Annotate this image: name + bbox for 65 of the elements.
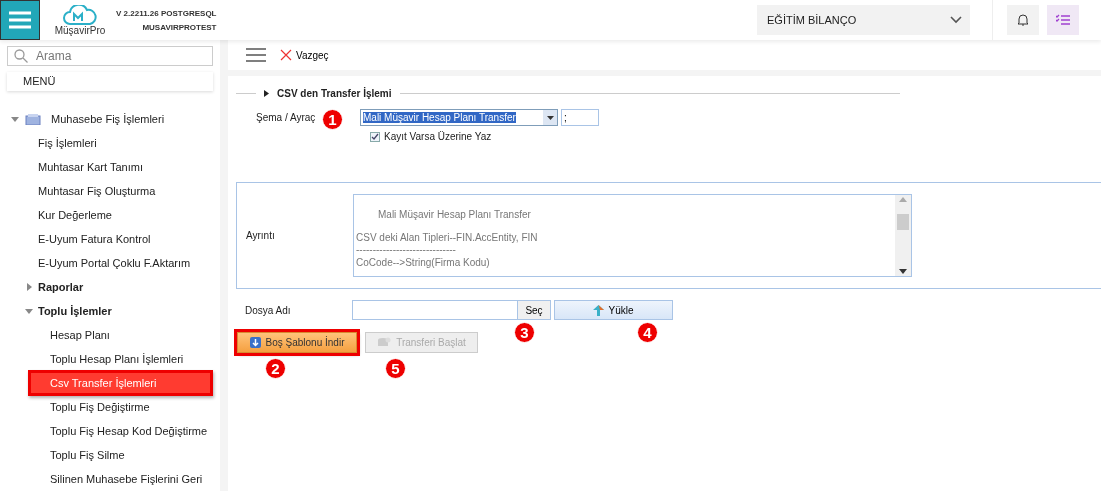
menu-icon[interactable] bbox=[246, 48, 266, 62]
field-label: Dosya Adı bbox=[244, 304, 292, 316]
section-title: CSV den Transfer İşlemi bbox=[277, 88, 392, 99]
checklist-icon bbox=[1056, 14, 1070, 26]
bell-icon bbox=[1017, 13, 1029, 27]
step-marker: 3 bbox=[514, 322, 535, 343]
menu-icon bbox=[9, 11, 31, 29]
tasks-button[interactable] bbox=[1047, 5, 1079, 35]
collapse-arrow-icon[interactable] bbox=[25, 307, 33, 315]
folder-icon bbox=[25, 113, 41, 125]
download-icon bbox=[249, 337, 261, 348]
scroll-thumb[interactable] bbox=[897, 213, 909, 230]
collapse-arrow-icon[interactable] bbox=[11, 115, 19, 123]
menu-item[interactable]: Toplu Hesap Planı İşlemleri bbox=[50, 353, 184, 365]
download-template-button[interactable]: Boş Şablonu İndir bbox=[237, 332, 357, 353]
menu-title: MENÜ bbox=[7, 71, 213, 91]
menu-item[interactable]: Fiş İşlemleri bbox=[38, 137, 97, 149]
check-icon bbox=[371, 132, 379, 141]
separator-field[interactable]: ; bbox=[561, 109, 599, 126]
field-label: Ayrıntı bbox=[245, 230, 276, 241]
step-marker: 1 bbox=[322, 109, 343, 130]
menu-item[interactable]: Csv Transfer İşlemleri bbox=[28, 370, 213, 396]
menu-item[interactable]: Toplu Fiş Silme bbox=[50, 449, 125, 461]
expand-arrow-icon[interactable] bbox=[264, 90, 269, 97]
file-name-field[interactable] bbox=[352, 300, 518, 320]
menu-item[interactable]: Muhtasar Kart Tanımı bbox=[38, 161, 143, 173]
menu-item[interactable]: Silinen Muhasebe Fişlerini Geri bbox=[50, 473, 203, 485]
cloud-logo-icon bbox=[62, 4, 98, 25]
menu-group[interactable]: Raporlar bbox=[38, 281, 84, 293]
scroll-down-icon[interactable] bbox=[899, 269, 907, 274]
scrollbar[interactable] bbox=[895, 195, 911, 276]
menu-group[interactable]: Muhasebe Fiş İşlemleri bbox=[51, 113, 165, 125]
scroll-up-icon[interactable] bbox=[899, 197, 907, 202]
menu-item[interactable]: Toplu Fiş Değiştirme bbox=[50, 401, 150, 413]
notification-button[interactable] bbox=[1007, 5, 1039, 35]
upload-arrow-icon bbox=[593, 304, 605, 316]
chevron-down-icon bbox=[950, 16, 962, 24]
menu-item[interactable]: E-Uyum Fatura Kontrol bbox=[38, 233, 151, 245]
cancel-button[interactable]: Vazgeç bbox=[280, 49, 329, 61]
schema-select[interactable]: Mali Müşavir Hesap Planı Transfer bbox=[360, 109, 558, 126]
step-marker: 5 bbox=[385, 358, 406, 379]
logo-text: MüşavirPro bbox=[54, 24, 106, 36]
detail-textarea[interactable]: Mali Müşavir Hesap Planı Transfer CSV deki Alan Tipleri--FIN.AccEntity, FIN ------------------------------ CoCode-->String(Firma Kodu) bbox=[353, 194, 912, 277]
company-select[interactable]: EĞİTİM BİLANÇO bbox=[757, 5, 970, 35]
database-name: MUSAVIRPROTEST bbox=[142, 22, 217, 32]
dropdown-arrow-icon bbox=[546, 115, 554, 120]
version-text: V 2.2211.26 POSTGRESQL bbox=[116, 8, 217, 18]
menu-item[interactable]: E-Uyum Portal Çoklu F.Aktarım bbox=[38, 257, 191, 269]
overwrite-checkbox[interactable]: Kayıt Varsa Üzerine Yaz bbox=[370, 131, 1101, 142]
menu-group[interactable]: Toplu İşlemler bbox=[38, 305, 112, 317]
menu-item[interactable]: Kur Değerleme bbox=[38, 209, 112, 221]
menu-button[interactable] bbox=[0, 0, 40, 40]
checkbox[interactable] bbox=[370, 131, 380, 142]
upload-button[interactable]: Yükle bbox=[554, 300, 673, 320]
menu-item[interactable]: Hesap Planı bbox=[50, 329, 110, 341]
menu-item[interactable]: Toplu Fiş Hesap Kod Değiştirme bbox=[50, 425, 208, 437]
choose-button[interactable]: Seç bbox=[518, 300, 551, 320]
close-icon bbox=[280, 49, 292, 61]
menu-item[interactable]: Muhtasar Fiş Oluşturma bbox=[38, 185, 156, 197]
search-icon bbox=[14, 48, 28, 63]
step-marker: 4 bbox=[637, 322, 658, 343]
step-marker: 2 bbox=[265, 358, 286, 379]
search-box[interactable]: Arama bbox=[7, 46, 213, 66]
field-label: Şema / Ayraç bbox=[256, 112, 316, 123]
database-icon bbox=[377, 337, 392, 348]
